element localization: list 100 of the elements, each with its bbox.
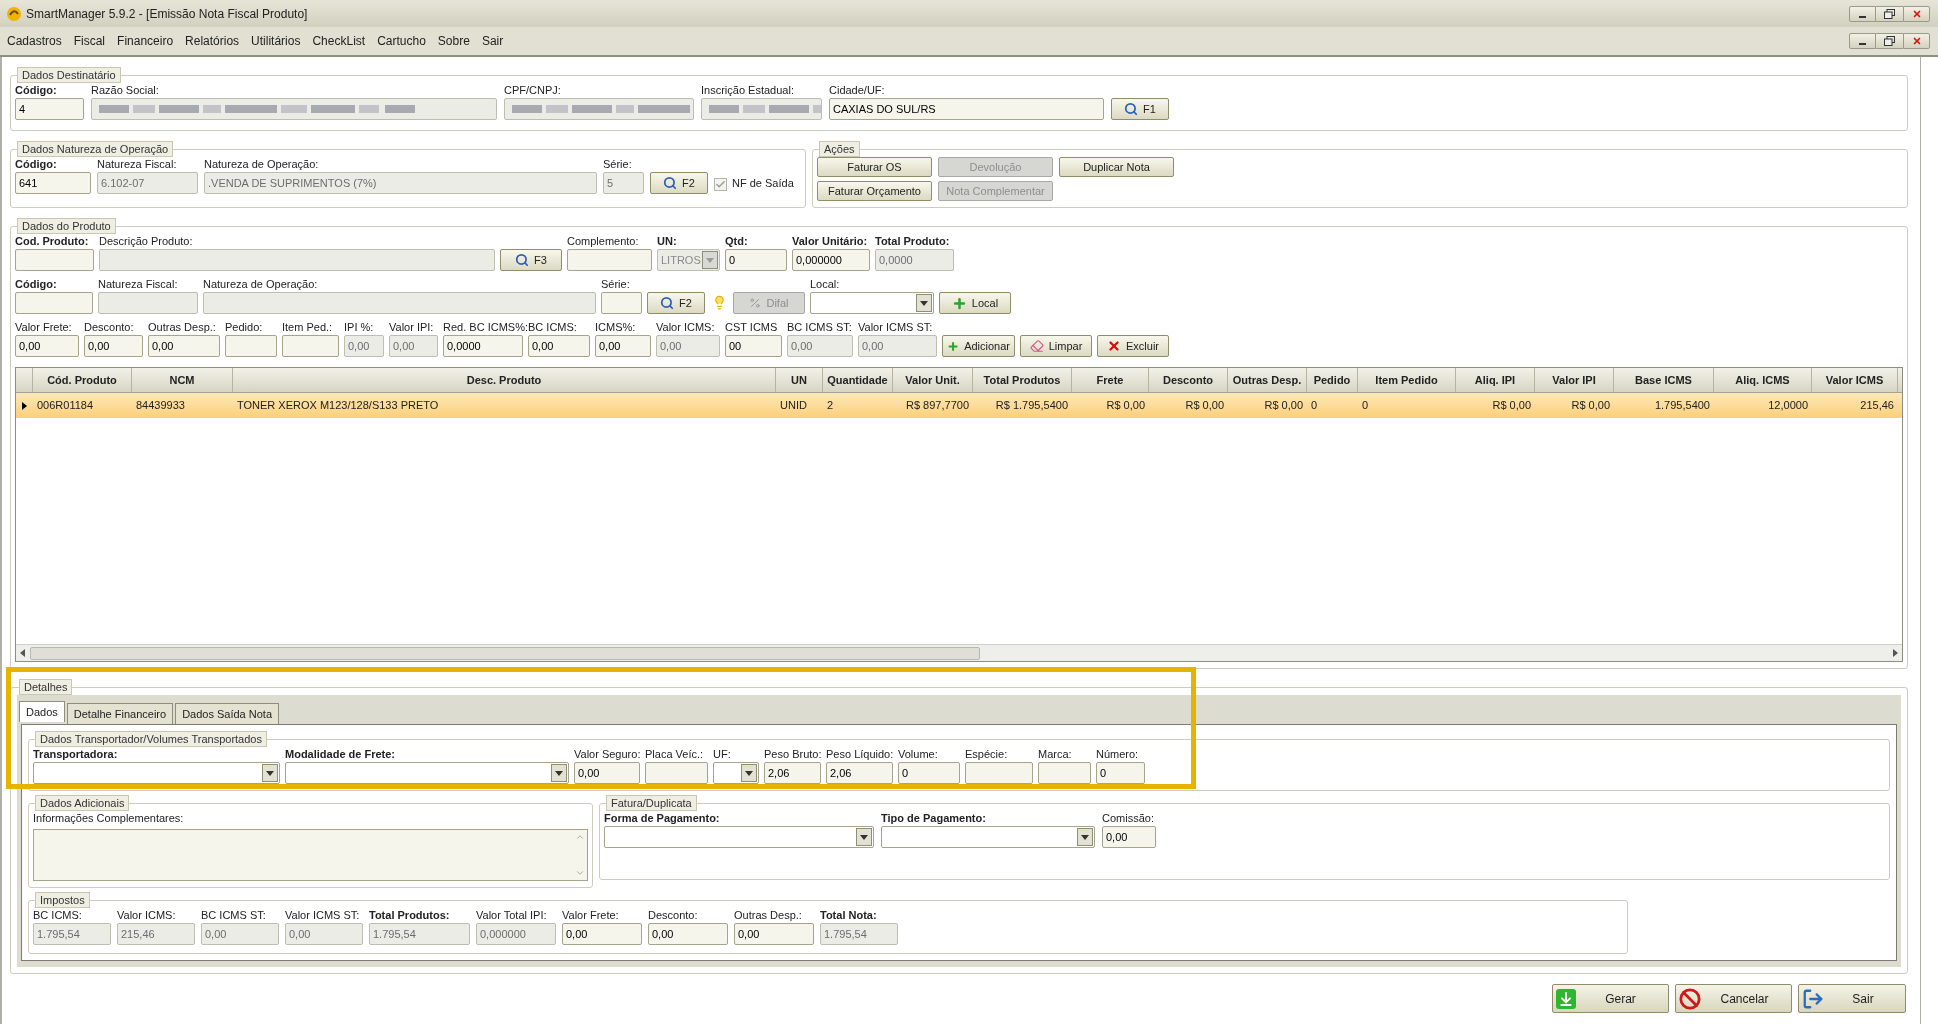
dropdown[interactable] (604, 826, 874, 848)
text-area[interactable] (33, 829, 588, 881)
column-header[interactable]: Aliq. ICMS (1714, 368, 1812, 392)
input-field[interactable] (645, 762, 708, 784)
input-field[interactable]: 0 (725, 249, 787, 271)
input-field[interactable]: 0,0000 (443, 335, 523, 357)
menu-item[interactable]: Fiscal (73, 32, 106, 50)
dropdown[interactable] (713, 762, 759, 784)
horizontal-scrollbar[interactable] (16, 644, 1902, 661)
input-field[interactable]: 0,00 (648, 923, 728, 945)
action-button[interactable]: Adicionar (942, 335, 1015, 357)
input-field[interactable] (965, 762, 1033, 784)
action-button[interactable]: Sair (1798, 984, 1906, 1013)
action-button[interactable]: Gerar (1552, 984, 1669, 1013)
restore-button[interactable] (1876, 5, 1903, 22)
column-header[interactable]: Valor Unit. (893, 368, 973, 392)
column-header[interactable]: Frete (1072, 368, 1149, 392)
action-button[interactable]: Duplicar Nota (1059, 157, 1174, 177)
input-field[interactable]: 2,06 (826, 762, 893, 784)
input-field[interactable]: 4 (15, 98, 84, 120)
input-field[interactable] (601, 292, 642, 314)
column-header[interactable]: Quantidade (823, 368, 893, 392)
table-cell-text: R$ 0,00 (1263, 398, 1304, 414)
action-button[interactable]: Faturar Orçamento (817, 181, 932, 201)
column-header[interactable]: Cód. Produto (33, 368, 132, 392)
close-icon (1911, 36, 1922, 46)
table-row[interactable]: 006R01184 84439933 TONER XEROX M123/128/S133 PRETO UNID 2 R$ 897,7700 R$ 1.795,5400 R$ 0,00 R$ 0,00 R$ 0,00 0 0 R$ 0,00 R$ 0,00 1.795,5400 12,0000 215,46 (16, 393, 1902, 418)
action-button[interactable]: Limpar (1020, 335, 1092, 357)
input-field[interactable]: 0,00 (148, 335, 220, 357)
column-header[interactable]: UN (776, 368, 823, 392)
column-header[interactable]: Total Produtos (973, 368, 1072, 392)
column-header[interactable]: Pedido (1307, 368, 1358, 392)
dropdown[interactable] (33, 762, 280, 784)
input-field[interactable]: 2,06 (764, 762, 821, 784)
scrollbar-thumb[interactable] (30, 646, 980, 660)
input-field[interactable]: 0,00 (574, 762, 640, 784)
eraser-icon (1029, 339, 1044, 353)
column-header[interactable]: Aliq. IPI (1456, 368, 1535, 392)
input-field[interactable] (15, 292, 93, 314)
input-field[interactable] (282, 335, 339, 357)
dropdown[interactable] (285, 762, 569, 784)
input-field[interactable] (567, 249, 652, 271)
column-header[interactable]: Valor ICMS (1812, 368, 1898, 392)
menu-item[interactable]: Sobre (437, 32, 470, 50)
lookup-button[interactable]: F3 (500, 249, 562, 271)
input-field[interactable]: 00 (725, 335, 782, 357)
menu-item[interactable]: Financeiro (117, 32, 174, 50)
input-field[interactable] (1038, 762, 1091, 784)
action-button[interactable]: Excluir (1097, 335, 1169, 357)
input-field[interactable] (15, 249, 94, 271)
menu-item[interactable]: Relatórios (185, 32, 240, 50)
column-header[interactable]: Desc. Produto (233, 368, 776, 392)
action-button[interactable]: Local (939, 292, 1011, 314)
lookup-button[interactable]: F2 (647, 292, 705, 314)
action-button[interactable]: Cancelar (1675, 984, 1792, 1013)
column-header[interactable]: Item Pedido (1358, 368, 1456, 392)
input-field[interactable]: 0,00 (1102, 826, 1156, 848)
menu-item[interactable]: Cartucho (377, 32, 426, 50)
close-button[interactable] (1903, 33, 1930, 49)
minimize-button[interactable] (1849, 33, 1876, 49)
input-field[interactable]: CAXIAS DO SUL/RS (829, 98, 1104, 120)
menu-item[interactable]: Utilitários (251, 32, 301, 50)
field-label: Desconto: (84, 320, 135, 335)
input-field[interactable]: 641 (15, 172, 91, 194)
input-field[interactable]: 0 (1096, 762, 1145, 784)
field-label: Natureza Fiscal: (98, 277, 179, 292)
column-header[interactable]: Valor IPI (1535, 368, 1614, 392)
input-field[interactable] (225, 335, 277, 357)
menu-item[interactable]: Sair (481, 32, 504, 50)
tab[interactable]: Dados (19, 701, 65, 722)
input-field[interactable]: 0,00 (595, 335, 651, 357)
action-button[interactable]: Faturar OS (817, 157, 932, 177)
menu-item[interactable]: Cadastros (7, 32, 62, 50)
field-label: Pedido: (225, 320, 264, 335)
search-icon (1124, 102, 1139, 116)
close-button[interactable] (1903, 5, 1930, 22)
checkbox[interactable] (714, 178, 727, 191)
column-header[interactable]: NCM (132, 368, 233, 392)
input-field[interactable]: 0 (898, 762, 960, 784)
current-row-icon (22, 401, 27, 410)
dropdown[interactable] (810, 292, 934, 314)
tab[interactable]: Detalhe Financeiro (66, 703, 174, 724)
dropdown[interactable] (881, 826, 1095, 848)
input-field[interactable]: 0,00 (528, 335, 590, 357)
column-header[interactable]: Desconto (1149, 368, 1228, 392)
table-cell-text: R$ 0,00 (1184, 398, 1225, 414)
input-field[interactable]: 0,00 (84, 335, 143, 357)
lookup-button[interactable]: F1 (1111, 98, 1169, 120)
input-field[interactable]: 0,00 (734, 923, 814, 945)
lookup-button[interactable]: F2 (650, 172, 708, 194)
menu-item[interactable]: CheckList (312, 32, 366, 50)
input-field[interactable]: 0,00 (562, 923, 642, 945)
column-header[interactable]: Outras Desp. (1228, 368, 1307, 392)
input-field[interactable]: 0,000000 (792, 249, 870, 271)
restore-button[interactable] (1876, 33, 1903, 49)
minimize-button[interactable] (1849, 5, 1876, 22)
field-label: Natureza de Operação: (203, 277, 319, 292)
column-header[interactable]: Base ICMS (1614, 368, 1714, 392)
input-field[interactable]: 0,00 (15, 335, 79, 357)
tab[interactable]: Dados Saída Nota (175, 703, 280, 724)
